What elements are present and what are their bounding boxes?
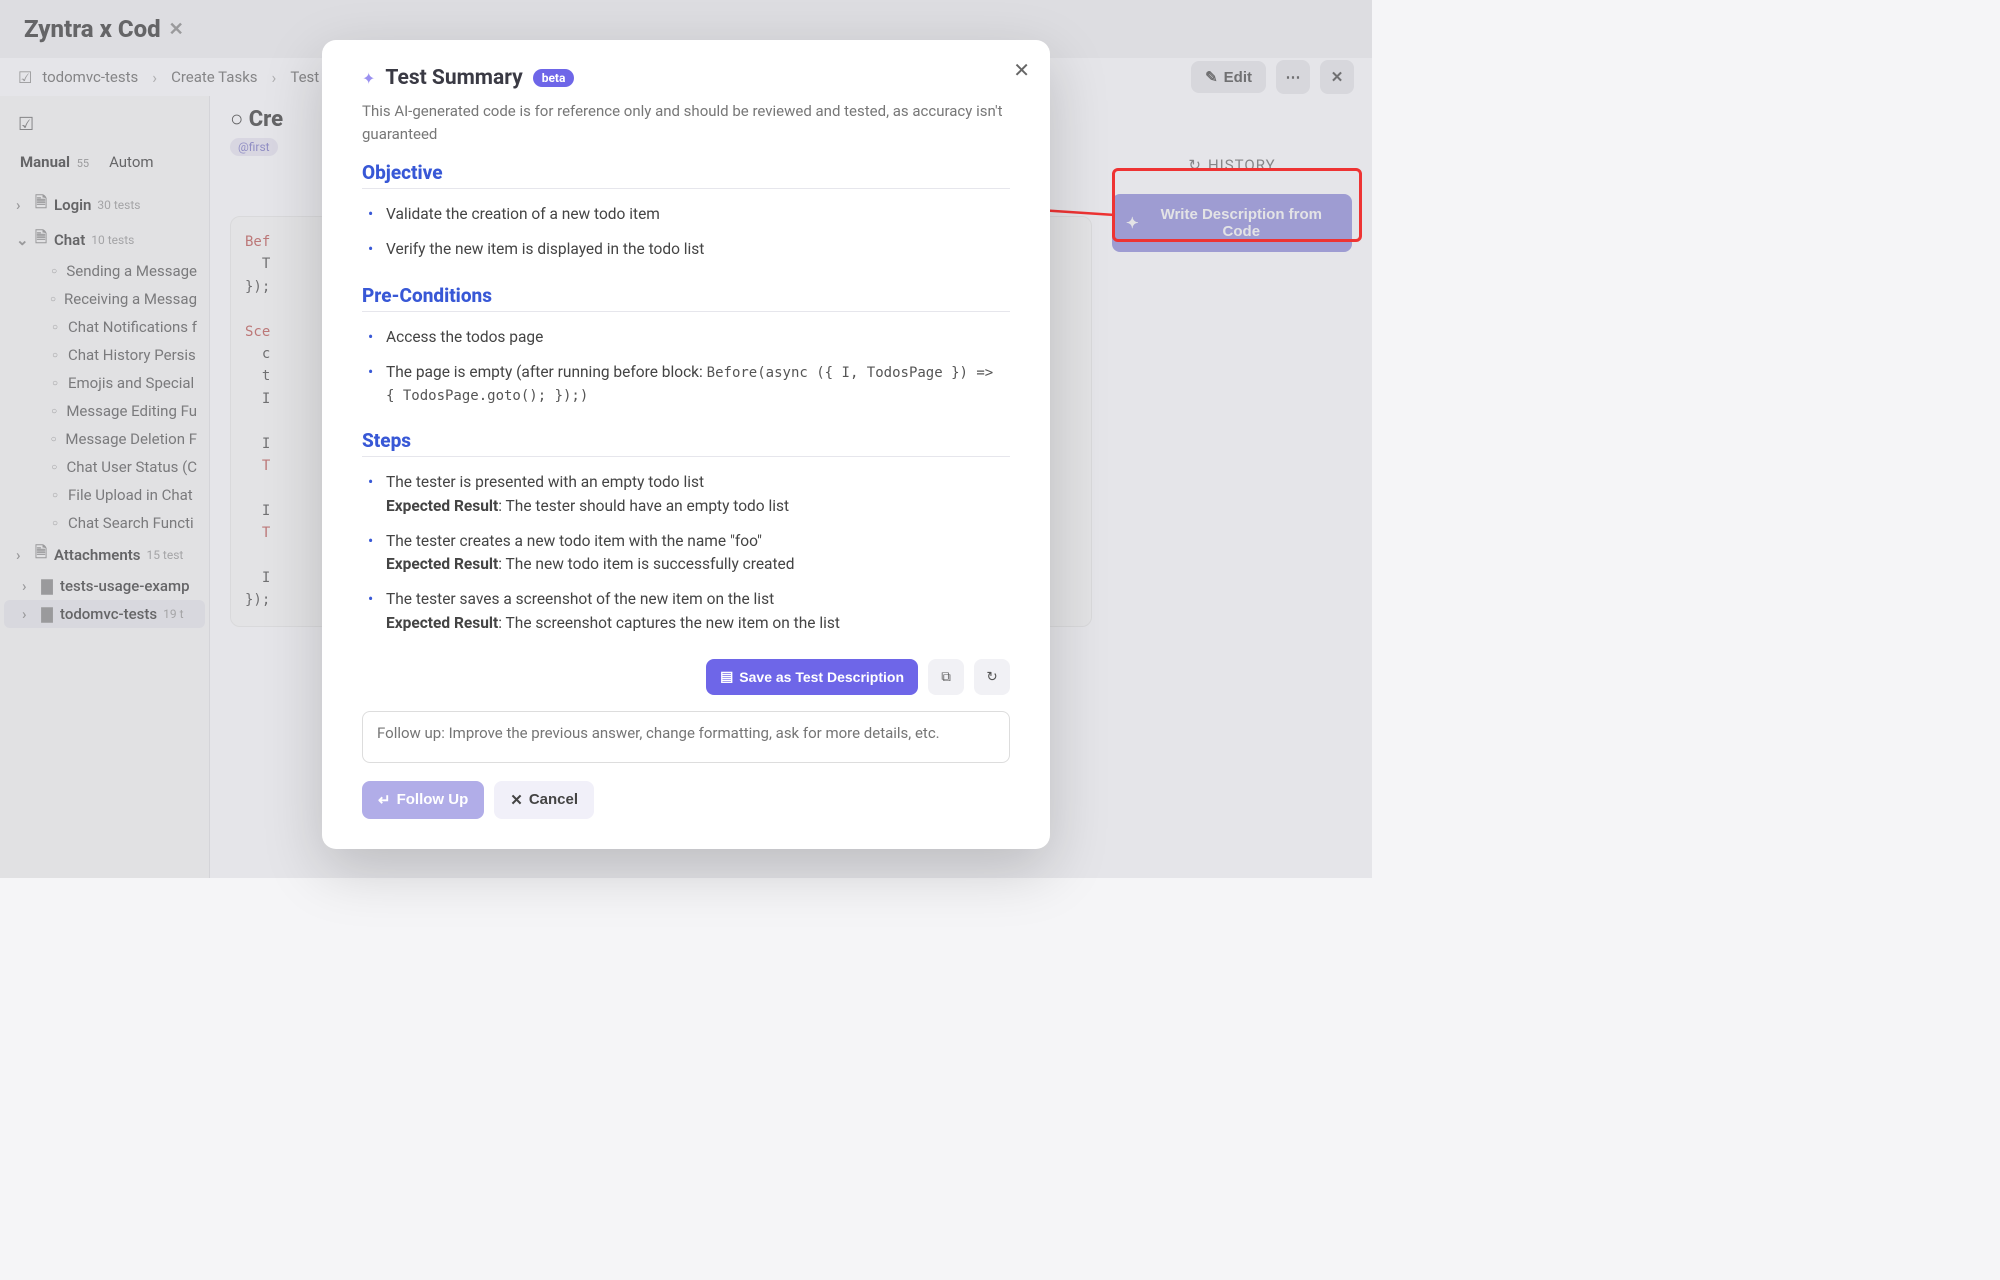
objective-item: Validate the creation of a new todo item (378, 197, 1010, 232)
cancel-button[interactable]: ✕ Cancel (494, 781, 594, 819)
regenerate-button[interactable]: ↻ (974, 659, 1010, 695)
beta-badge: beta (533, 69, 575, 87)
section-preconditions: Pre-Conditions (362, 284, 1010, 312)
sparkle-icon: ✦ (362, 69, 375, 88)
precondition-item: The page is empty (after running before … (378, 355, 1010, 414)
precondition-item: Access the todos page (378, 320, 1010, 355)
return-icon: ↵ (378, 791, 391, 809)
copy-icon: ⧉ (941, 669, 951, 685)
modal-overlay: ✕ ✦ Test Summary beta This AI-generated … (0, 0, 1372, 878)
section-steps: Steps (362, 429, 1010, 457)
close-icon: ✕ (510, 791, 523, 809)
modal-close-button[interactable]: ✕ (1013, 58, 1030, 83)
modal-title: Test Summary (385, 66, 522, 90)
save-description-button[interactable]: ▤ Save as Test Description (706, 659, 918, 695)
refresh-icon: ↻ (986, 669, 997, 685)
save-icon: ▤ (720, 668, 733, 685)
objective-item: Verify the new item is displayed in the … (378, 232, 1010, 267)
followup-button[interactable]: ↵ Follow Up (362, 781, 484, 819)
section-objective: Objective (362, 161, 1010, 189)
test-summary-modal: ✕ ✦ Test Summary beta This AI-generated … (322, 40, 1050, 849)
step-item: The tester creates a new todo item with … (378, 524, 1010, 583)
copy-button[interactable]: ⧉ (928, 659, 964, 695)
step-item: The tester is presented with an empty to… (378, 465, 1010, 524)
step-item: The tester saves a screenshot of the new… (378, 582, 1010, 641)
followup-input[interactable] (362, 711, 1010, 763)
modal-subtitle: This AI-generated code is for reference … (362, 100, 1010, 145)
